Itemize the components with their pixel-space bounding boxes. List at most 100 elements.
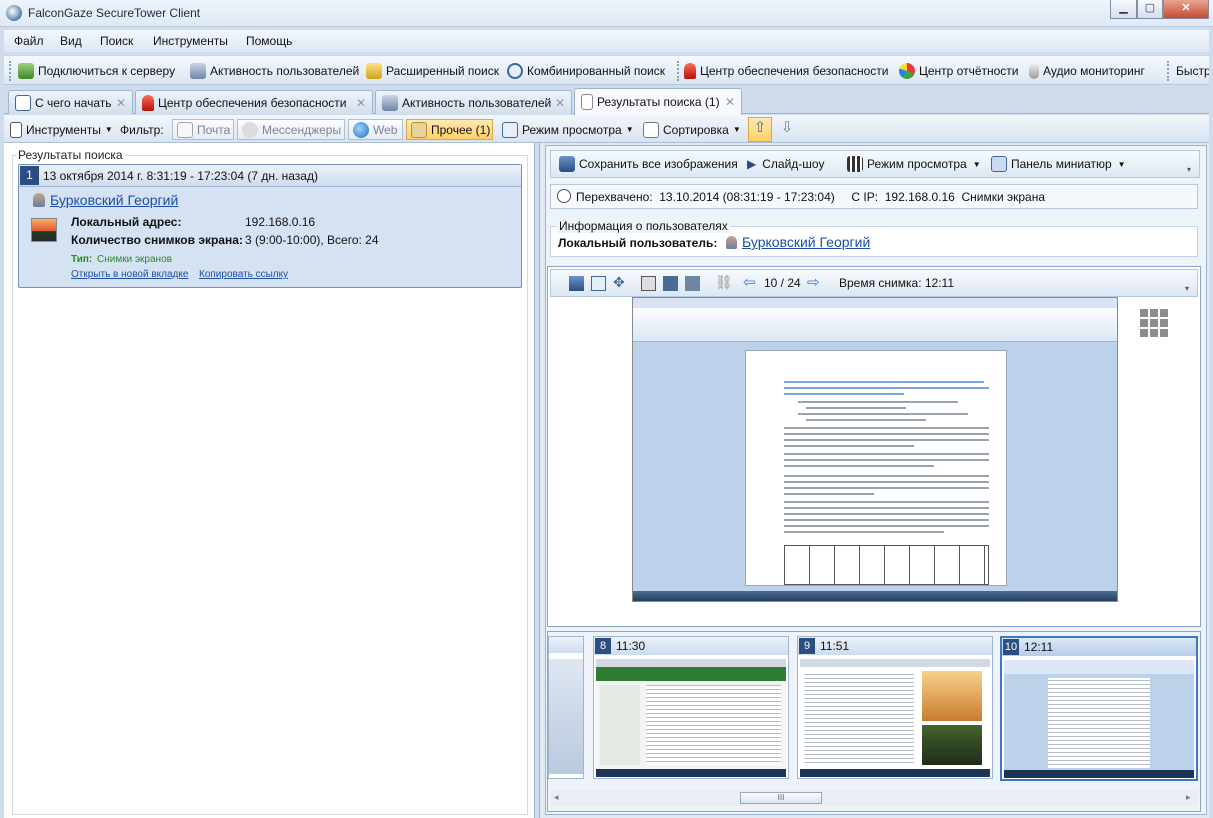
toolbar-overflow-icon[interactable]: ▾ <box>1185 284 1189 293</box>
thumbnail-time: 11:51 <box>820 639 850 653</box>
menu-view[interactable]: Вид <box>60 34 82 48</box>
previous-arrow-icon[interactable]: ⇦ <box>743 273 756 291</box>
menu-search[interactable]: Поиск <box>100 34 133 48</box>
windows-taskbar <box>633 591 1117 601</box>
microphone-icon <box>1029 63 1039 79</box>
thumbnail-scrollbar[interactable]: ◂ III ▸ <box>550 790 1198 806</box>
move-icon[interactable]: ✥ <box>613 274 625 291</box>
tab-search-results[interactable]: Результаты поиска (1) ✕ <box>574 88 742 115</box>
thumbnail-number: 10 <box>1003 639 1019 655</box>
minimize-button[interactable]: ▁ <box>1110 0 1137 19</box>
search-result-card[interactable]: 1 13 октября 2014 г. 8:31:19 - 17:23:04 … <box>18 164 522 288</box>
tab-user-activity[interactable]: Активность пользователей ✕ <box>375 90 572 114</box>
globe-icon <box>353 121 369 138</box>
close-tab-icon[interactable]: ✕ <box>356 96 366 110</box>
export-icon[interactable] <box>663 276 678 291</box>
tab-label: Активность пользователей <box>402 95 552 110</box>
screenshot-image[interactable] <box>632 297 1118 602</box>
thumbnail-number: 9 <box>799 638 815 654</box>
print-icon[interactable] <box>641 276 656 291</box>
tab-label: С чего начать <box>35 95 112 110</box>
scroll-left-icon[interactable]: ◂ <box>554 792 559 803</box>
audio-monitoring-label: Аудио мониторинг <box>1043 64 1145 78</box>
next-arrow-icon[interactable]: ⇨ <box>807 273 820 291</box>
filter-messengers-toggle[interactable]: Мессенджеры <box>237 119 345 140</box>
menu-file[interactable]: Файл <box>14 34 44 48</box>
menu-tools[interactable]: Инструменты <box>153 34 228 48</box>
thumbnail-10-selected[interactable]: 10 12:11 <box>1000 636 1198 781</box>
filter-web-toggle[interactable]: Web <box>348 119 403 140</box>
result-user-link[interactable]: Бурковский Георгий <box>50 192 178 208</box>
close-tab-icon[interactable]: ✕ <box>555 96 565 110</box>
thumbnail-image <box>1004 660 1194 778</box>
sort-ascending-button[interactable]: ⇧ <box>748 117 772 142</box>
screenshot-viewer: ✥ ⛓ ⇦ 10 / 24 ⇨ Время снимка: 12:11 ▾ <box>547 266 1201 627</box>
pie-chart-icon <box>899 63 915 79</box>
connect-server-button[interactable]: Подключиться к серверу <box>18 62 175 80</box>
grid-view-icon[interactable] <box>1140 307 1170 337</box>
local-user-link[interactable]: Бурковский Георгий <box>742 234 870 250</box>
viewer-toolbar: ✥ ⛓ ⇦ 10 / 24 ⇨ Время снимка: 12:11 ▾ <box>550 269 1198 297</box>
toolbar-grip[interactable] <box>9 61 12 81</box>
thumbnail-time: 12:11 <box>1024 640 1054 654</box>
sort-descending-button[interactable]: ⇩ <box>775 118 799 142</box>
save-all-images-button[interactable]: Сохранить все изображения <box>559 155 738 173</box>
save-disk-icon[interactable] <box>569 276 584 291</box>
chevron-down-icon: ▼ <box>625 125 634 134</box>
copy-link-link[interactable]: Копировать ссылку <box>199 269 288 280</box>
menu-help[interactable]: Помощь <box>246 34 292 48</box>
thumbnails-panel-dropdown[interactable]: Панель миниатюр ▼ <box>991 155 1126 173</box>
audio-monitoring-button[interactable]: Аудио мониторинг <box>1029 62 1145 80</box>
close-tab-icon[interactable]: ✕ <box>116 96 126 110</box>
quick-overflow-label: Быстр <box>1176 64 1209 78</box>
open-in-new-tab-link[interactable]: Открыть в новой вкладке <box>71 269 188 280</box>
sorting-dropdown[interactable]: Сортировка ▼ <box>639 119 745 140</box>
scroll-right-icon[interactable]: ▸ <box>1186 792 1191 803</box>
tab-security-center[interactable]: Центр обеспечения безопасности ✕ <box>135 90 373 114</box>
result-header[interactable]: 1 13 октября 2014 г. 8:31:19 - 17:23:04 … <box>19 165 521 187</box>
user-activity-button[interactable]: Активность пользователей <box>190 62 359 80</box>
filter-other-toggle[interactable]: Прочее (1) <box>406 119 493 140</box>
copy-icon[interactable] <box>591 276 606 291</box>
toolbar-overflow-icon[interactable]: ▾ <box>1187 165 1191 174</box>
close-window-button[interactable]: ✕ <box>1163 0 1209 19</box>
thumbnail-partial[interactable] <box>548 636 584 779</box>
user-icon <box>726 236 737 249</box>
word-ribbon <box>633 308 1117 342</box>
connect-icon <box>18 63 34 79</box>
close-tab-icon[interactable]: ✕ <box>725 95 735 109</box>
reports-center-button[interactable]: Центр отчётности <box>899 62 1019 80</box>
advanced-search-button[interactable]: Расширенный поиск <box>366 62 499 80</box>
sort-down-icon: ⇩ <box>780 119 794 136</box>
filter-mail-toggle[interactable]: Почта <box>172 119 234 140</box>
tools-label: Инструменты <box>26 122 101 137</box>
maximize-button[interactable]: ▢ <box>1137 0 1163 19</box>
thumbnail-8[interactable]: 8 11:30 <box>593 636 789 779</box>
title-bar: FalconGaze SecureTower Client ▁ ▢ ✕ <box>0 0 1213 27</box>
combined-search-button[interactable]: Комбинированный поиск <box>507 62 665 80</box>
user-info-title: Информация о пользователях <box>557 219 730 233</box>
quick-overflow-button[interactable]: Быстр <box>1176 62 1209 80</box>
view-mode-dropdown[interactable]: Режим просмотра ▼ <box>498 119 638 140</box>
document-icon <box>581 94 593 110</box>
user-icon <box>33 193 45 207</box>
security-center-button[interactable]: Центр обеспечения безопасности <box>684 62 889 80</box>
combined-search-label: Комбинированный поиск <box>527 64 665 78</box>
save-disk-icon <box>559 156 575 172</box>
word-titlebar <box>633 298 1117 308</box>
envelope-icon <box>177 121 193 138</box>
details-panel: Сохранить все изображения ▶ Слайд-шоу Ре… <box>539 143 1209 818</box>
chat-icon <box>242 121 258 138</box>
link-icon[interactable]: ⛓ <box>715 274 733 291</box>
send-icon[interactable] <box>685 276 700 291</box>
viewer-mode-dropdown[interactable]: Режим просмотра ▼ <box>847 155 981 173</box>
thumbnail-9[interactable]: 9 11:51 <box>797 636 993 779</box>
slideshow-button[interactable]: ▶ Слайд-шоу <box>747 155 824 173</box>
scrollbar-thumb[interactable]: III <box>740 792 822 804</box>
table-icon <box>502 121 518 138</box>
word-page <box>745 350 1007 586</box>
other-icon <box>411 121 427 138</box>
tools-dropdown[interactable]: Инструменты ▼ <box>6 119 117 140</box>
list-icon <box>15 94 31 111</box>
tab-getting-started[interactable]: С чего начать ✕ <box>8 90 133 114</box>
